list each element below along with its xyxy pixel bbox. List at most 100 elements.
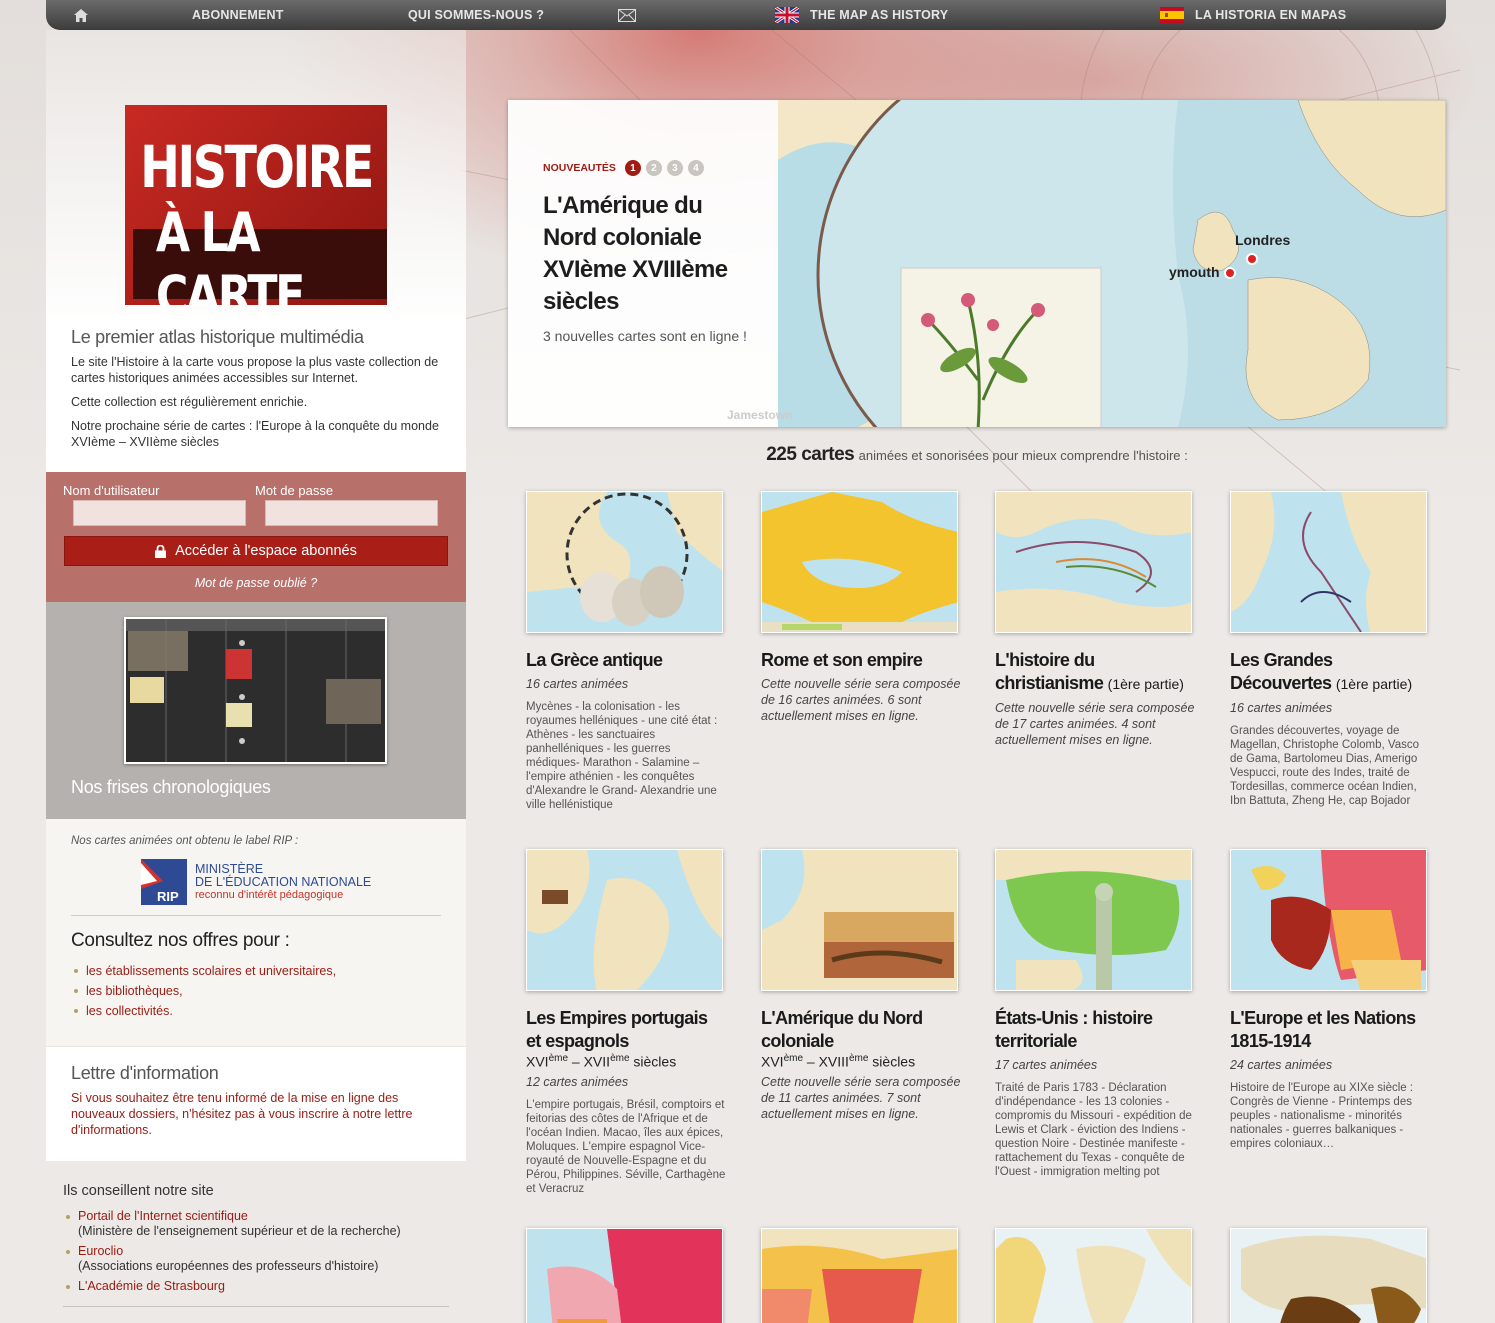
- card-thumbnail[interactable]: [526, 1228, 723, 1323]
- hero-map-jamestown: Jamestown: [727, 408, 793, 422]
- card-title[interactable]: L'Amérique du Nord coloniale: [761, 1007, 961, 1053]
- series-card-empires[interactable]: Les Empires portugais et espagnols XVIèm…: [526, 849, 726, 1196]
- site-logo[interactable]: HISTOIRE À LA CARTE: [125, 105, 387, 305]
- series-card-north-america[interactable]: L'Amérique du Nord coloniale XVIème – XV…: [761, 849, 961, 1122]
- intro-paragraph-3: Notre prochaine série de cartes : l'Euro…: [71, 419, 439, 449]
- card-title[interactable]: États-Unis : histoire territoriale: [995, 1007, 1195, 1053]
- rip-line2: DE L'ÉDUCATION NATIONALE: [195, 874, 372, 889]
- card-title[interactable]: La Grèce antique: [526, 649, 726, 672]
- hero-slider[interactable]: Londres ymouth NOUVEAUTÉS 1 2 3 4 L'Amér…: [508, 100, 1446, 427]
- series-card-rome[interactable]: Rome et son empire Cette nouvelle série …: [761, 491, 961, 724]
- card-thumbnail[interactable]: [761, 1228, 958, 1323]
- hero-map-plymouth: ymouth: [1169, 264, 1220, 280]
- card-description: Traité de Paris 1783 - Déclaration d'ind…: [995, 1082, 1192, 1178]
- home-icon[interactable]: [74, 0, 88, 30]
- card-thumbnail[interactable]: [526, 491, 723, 633]
- intro-section: Le premier atlas historique multimédia L…: [46, 315, 466, 472]
- maps-count-number: 225 cartes: [766, 444, 855, 465]
- slide-dot-4[interactable]: 4: [687, 160, 704, 176]
- login-panel: Nom d'utilisateur Mot de passe Accéder à…: [46, 472, 466, 602]
- series-card-usa[interactable]: États-Unis : histoire territoriale 17 ca…: [995, 849, 1195, 1179]
- logo-area: HISTOIRE À LA CARTE: [46, 30, 466, 315]
- offer-link-schools[interactable]: les établissements scolaires et universi…: [71, 964, 441, 978]
- series-card-europe-nations[interactable]: L'Europe et les Nations 1815-1914 24 car…: [1230, 849, 1430, 1151]
- newsletter-link[interactable]: Si vous souhaitez être tenu informé de l…: [71, 1090, 441, 1138]
- password-input[interactable]: [265, 500, 438, 526]
- card-title-extra: (1ère partie): [1335, 676, 1413, 692]
- intro-title: Le premier atlas historique multimédia: [71, 327, 364, 347]
- top-nav: ABONNEMENT QUI SOMMES-NOUS ? THE MAP AS …: [46, 0, 1446, 30]
- username-input[interactable]: [73, 500, 246, 526]
- card-thumbnail[interactable]: [1230, 1228, 1427, 1323]
- logo-line2-text: À LA CARTE: [155, 201, 305, 305]
- recommendations-section: Ils conseillent notre site Portail de l'…: [46, 1161, 466, 1307]
- nav-spanish[interactable]: LA HISTORIA EN MAPAS: [1160, 0, 1346, 30]
- list-item: L'Académie de Strasbourg: [63, 1279, 449, 1294]
- recommendation-link[interactable]: Portail de l'Internet scientifique: [78, 1209, 449, 1224]
- slide-dot-3[interactable]: 3: [666, 160, 683, 176]
- divider: [71, 915, 441, 916]
- timelines-title[interactable]: Nos frises chronologiques: [71, 777, 271, 798]
- recommendation-link[interactable]: Euroclio: [78, 1244, 449, 1259]
- card-title[interactable]: Les Empires portugais et espagnols: [526, 1007, 726, 1053]
- series-card-row3-2[interactable]: [761, 1228, 961, 1323]
- series-card-row3-3[interactable]: [995, 1228, 1195, 1323]
- offer-link-libraries[interactable]: les bibliothèques,: [71, 984, 441, 998]
- username-label: Nom d'utilisateur: [63, 483, 160, 498]
- timeline-thumbnail[interactable]: [124, 617, 387, 764]
- login-button[interactable]: Accéder à l'espace abonnés: [64, 536, 448, 566]
- newsletter-section: Lettre d'information Si vous souhaitez ê…: [46, 1046, 466, 1161]
- card-description: Grandes découvertes, voyage de Magellan,…: [1230, 725, 1419, 807]
- series-card-christianity[interactable]: L'histoire du christianisme (1ère partie…: [995, 491, 1195, 748]
- series-card-discoveries[interactable]: Les Grandes Découvertes (1ère partie) 16…: [1230, 491, 1430, 808]
- series-card-row3-4[interactable]: [1230, 1228, 1430, 1323]
- recommendation-sub: (Associations européennes des professeur…: [78, 1259, 379, 1273]
- left-column: HISTOIRE À LA CARTE Le premier atlas his…: [46, 30, 466, 1307]
- card-title[interactable]: Les Grandes Découvertes (1ère partie): [1230, 649, 1430, 696]
- hero-map-london: Londres: [1235, 232, 1291, 248]
- forgot-password-link[interactable]: Mot de passe oublié ?: [46, 576, 466, 590]
- rip-line3: reconnu d'intérêt pédagogique: [195, 888, 344, 901]
- rip-label: Nos cartes animées ont obtenu le label R…: [71, 835, 299, 847]
- nav-english[interactable]: THE MAP AS HISTORY: [775, 0, 948, 30]
- card-description: Histoire de l'Europe au XIXe siècle : Co…: [1230, 1082, 1414, 1150]
- recommendation-link[interactable]: L'Académie de Strasbourg: [78, 1279, 449, 1294]
- card-count: Cette nouvelle série sera composée de 11…: [761, 1074, 961, 1121]
- offers-section: Nos cartes animées ont obtenu le label R…: [46, 819, 466, 1046]
- series-card-greece[interactable]: La Grèce antique 16 cartes animées Mycèn…: [526, 491, 726, 812]
- hero-title[interactable]: L'Amérique du Nord coloniale XVIème XVII…: [543, 190, 758, 318]
- card-thumbnail[interactable]: [995, 1228, 1192, 1323]
- card-title-text: L'Europe et les Nations 1815-1914: [1230, 1008, 1416, 1051]
- mail-icon[interactable]: [618, 0, 636, 30]
- rip-text: MINISTÈRE DE L'ÉDUCATION NATIONALE recon…: [195, 862, 372, 902]
- card-title[interactable]: L'histoire du christianisme (1ère partie…: [995, 649, 1195, 696]
- card-count: 24 cartes animées: [1230, 1058, 1333, 1072]
- timelines-section: Nos frises chronologiques: [46, 602, 466, 819]
- card-title-text: Rome et son empire: [761, 650, 923, 670]
- nav-subscribe[interactable]: ABONNEMENT: [192, 0, 284, 30]
- rip-badge-text: RIP: [157, 889, 179, 904]
- card-thumbnail[interactable]: [526, 849, 723, 991]
- card-thumbnail[interactable]: [761, 491, 958, 633]
- card-thumbnail[interactable]: [995, 849, 1192, 991]
- slide-dot-2[interactable]: 2: [645, 160, 662, 176]
- card-description: Mycènes - la colonisation - les royaumes…: [526, 701, 718, 811]
- card-thumbnail[interactable]: [995, 491, 1192, 633]
- card-count: Cette nouvelle série sera composée de 16…: [761, 677, 961, 723]
- card-thumbnail[interactable]: [1230, 849, 1427, 991]
- card-count: 17 cartes animées: [995, 1058, 1098, 1072]
- password-label: Mot de passe: [255, 483, 334, 498]
- series-card-row3-1[interactable]: [526, 1228, 726, 1323]
- offer-link-communities[interactable]: les collectivités.: [71, 1004, 441, 1018]
- card-title[interactable]: L'Europe et les Nations 1815-1914: [1230, 1007, 1430, 1053]
- nav-about[interactable]: QUI SOMMES-NOUS ?: [408, 0, 544, 30]
- card-title[interactable]: Rome et son empire: [761, 649, 961, 672]
- card-thumbnail[interactable]: [761, 849, 958, 991]
- nav-spanish-label: LA HISTORIA EN MAPAS: [1195, 8, 1347, 22]
- card-thumbnail[interactable]: [1230, 491, 1427, 633]
- card-title-text: Les Empires portugais et espagnols: [526, 1008, 708, 1051]
- hero-map-image: Londres ymouth: [778, 100, 1446, 427]
- slide-dot-1[interactable]: 1: [624, 160, 641, 176]
- recommendations-list: Portail de l'Internet scientifique (Mini…: [63, 1209, 449, 1294]
- hero-text-panel: NOUVEAUTÉS 1 2 3 4 L'Amérique du Nord co…: [508, 100, 792, 427]
